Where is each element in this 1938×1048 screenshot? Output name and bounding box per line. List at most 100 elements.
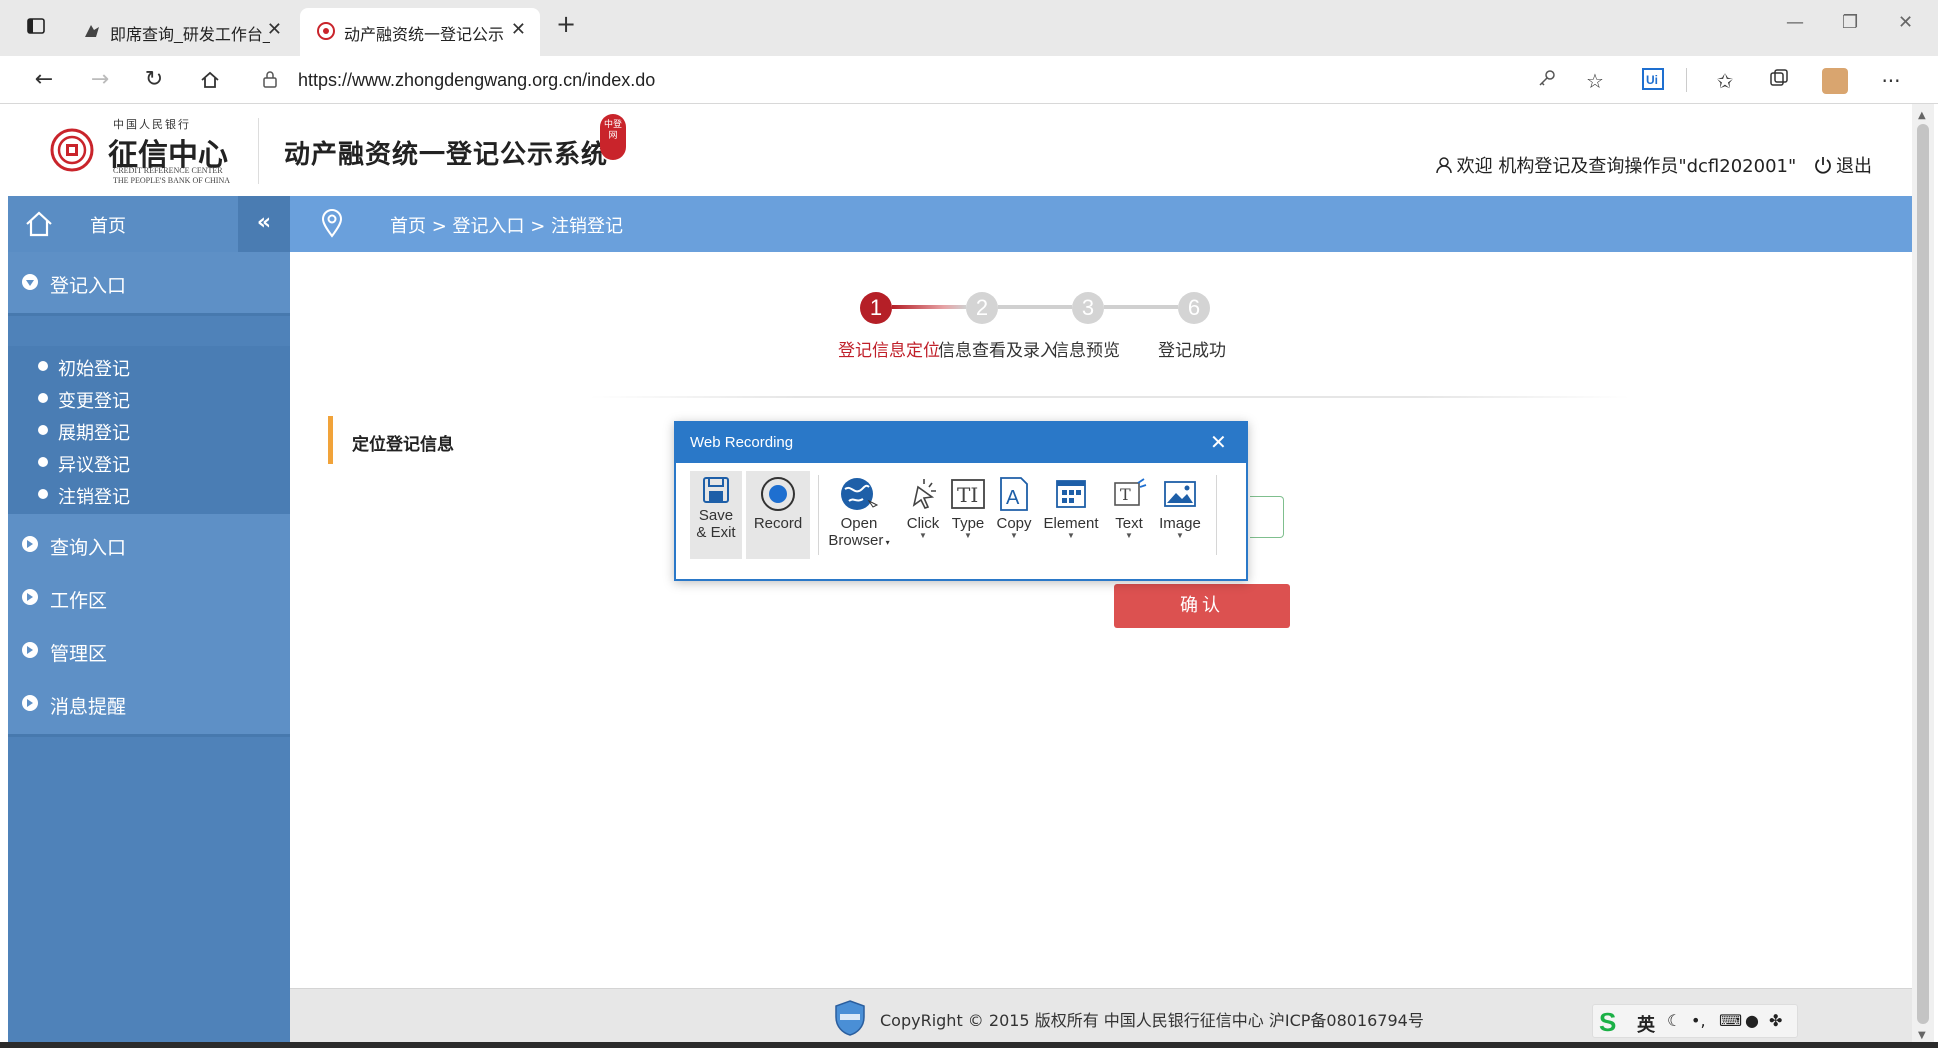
header-divider — [258, 118, 259, 184]
tab-ad-hoc-query[interactable]: 即席查询_研发工作台_智能数据 ✕ — [66, 8, 296, 56]
tab-title: 动产融资统一登记公示系统 — [344, 27, 504, 44]
registration-number-input[interactable] — [1250, 496, 1284, 538]
profile-avatar[interactable] — [1822, 68, 1848, 94]
confirm-button[interactable]: 确认 — [1114, 584, 1290, 628]
scroll-down-icon[interactable]: ▼ — [1918, 1030, 1926, 1041]
record-button[interactable]: Record — [746, 471, 810, 559]
close-window-icon[interactable]: ✕ — [1898, 12, 1913, 33]
bullet-icon — [38, 457, 48, 467]
svg-text:A: A — [1006, 487, 1020, 509]
breadcrumb[interactable]: 首页 > 登记入口 > 注销登记 — [390, 212, 623, 238]
sidebar-group-label: 消息提醒 — [50, 696, 127, 718]
dropdown-arrow-icon[interactable]: ▼ — [992, 532, 1036, 540]
tab-favicon-icon — [82, 21, 102, 41]
button-label: Text — [1115, 515, 1143, 532]
close-icon[interactable]: ✕ — [1210, 430, 1227, 454]
tab-actions-icon[interactable] — [26, 16, 46, 40]
sidebar-group-label: 管理区 — [50, 643, 108, 665]
more-menu-icon[interactable]: ··· — [1878, 68, 1904, 94]
user-area: 欢迎 机构登记及查询操作员"dcfl202001" 退出 — [1435, 152, 1872, 178]
logo-english-line1: CREDIT REFERENCE CENTER — [113, 166, 223, 175]
sidebar-item-home[interactable]: 首页 « — [8, 196, 290, 252]
favorites-icon[interactable]: ✩ — [1712, 68, 1738, 94]
ime-language-toggle[interactable]: 英 — [1637, 1011, 1655, 1037]
dialog-title: Web Recording — [690, 434, 794, 451]
dropdown-arrow-icon[interactable]: ▼ — [1106, 532, 1152, 540]
breadcrumb-bar: 首页 > 登记入口 > 注销登记 — [290, 196, 1912, 252]
tab-registration-system[interactable]: 动产融资统一登记公示系统 ✕ — [300, 8, 540, 56]
back-icon[interactable]: ← — [30, 66, 58, 94]
site-title: 动产融资统一登记公示系统 — [284, 140, 609, 170]
text-button[interactable]: T Text ▼ — [1106, 471, 1152, 559]
svg-text:TI: TI — [957, 483, 978, 507]
element-icon — [1056, 480, 1086, 508]
user-icon[interactable]: ● — [1745, 1011, 1759, 1030]
ime-toolbar[interactable]: S 英 ☾ •, ⌨ ● ✤ — [1592, 1004, 1798, 1038]
collections-icon[interactable] — [1766, 68, 1792, 94]
button-label: Open — [840, 515, 878, 532]
lock-icon[interactable] — [262, 70, 278, 92]
punctuation-icon[interactable]: •, — [1691, 1011, 1706, 1030]
restore-icon[interactable]: ❐ — [1842, 12, 1858, 33]
minimize-icon[interactable]: — — [1786, 12, 1804, 33]
sidebar-group-label: 工作区 — [50, 590, 108, 612]
svg-text:Ui: Ui — [1646, 73, 1658, 87]
copy-button[interactable]: A Copy ▼ — [992, 471, 1036, 559]
main-content: 1 2 3 6 登记信息定位 信息查看及录入 信息预览 登记成功 定位登记信息 … — [290, 252, 1912, 988]
power-icon[interactable] — [1814, 156, 1832, 174]
save-exit-button[interactable]: Save & Exit — [690, 471, 742, 559]
logo-english-line2: THE PEOPLE'S BANK OF CHINA — [113, 176, 231, 185]
page-scrollbar[interactable]: ▲ ▼ — [1912, 104, 1934, 1048]
refresh-icon[interactable]: ↻ — [140, 66, 168, 94]
sidebar-group-messages[interactable]: 消息提醒 — [8, 673, 290, 737]
url-field[interactable]: https://www.zhongdengwang.org.cn/index.d… — [244, 64, 1614, 96]
logout-link[interactable]: 退出 — [1836, 156, 1872, 177]
bullet-icon — [38, 393, 48, 403]
caret-right-icon — [22, 589, 38, 605]
scrollbar-thumb[interactable] — [1917, 124, 1929, 1024]
tab-close-icon[interactable]: ✕ — [511, 19, 526, 40]
security-badge-icon[interactable] — [834, 999, 866, 1037]
sidebar-collapse-icon[interactable]: « — [238, 196, 290, 252]
home-icon[interactable] — [196, 66, 224, 94]
address-bar: ← → ↻ https://www.zhongdengwang.org.cn/i… — [0, 56, 1938, 104]
button-label-2: Browser ▾ — [828, 532, 890, 549]
button-label: Record — [753, 515, 803, 532]
step-2-label: 信息查看及录入 — [938, 341, 1057, 361]
uipath-extension-icon[interactable]: Ui — [1640, 68, 1666, 94]
sidebar-item-cancellation-registration[interactable]: 注销登记 — [8, 474, 290, 514]
tab-close-icon[interactable]: ✕ — [267, 19, 282, 40]
step-6-circle: 6 — [1178, 292, 1210, 324]
button-label: Image — [1159, 515, 1201, 532]
progress-steps: 1 2 3 6 登记信息定位 信息查看及录入 信息预览 登记成功 — [838, 292, 1380, 372]
click-button[interactable]: Click ▼ — [902, 471, 944, 559]
forward-icon[interactable]: → — [86, 66, 114, 94]
open-browser-button[interactable]: Open Browser ▾ — [824, 471, 894, 559]
text-icon: T — [1114, 478, 1147, 506]
moon-icon[interactable]: ☾ — [1667, 1011, 1681, 1030]
globe-icon — [841, 478, 879, 510]
element-button[interactable]: Element ▼ — [1038, 471, 1104, 559]
caret-down-icon — [22, 274, 38, 290]
web-recording-dialog: Web Recording ✕ Save & Exit Record Open … — [674, 421, 1248, 581]
apps-icon[interactable]: ✤ — [1769, 1011, 1782, 1030]
image-button[interactable]: Image ▼ — [1154, 471, 1206, 559]
dropdown-arrow-icon[interactable]: ▼ — [1038, 532, 1104, 540]
dropdown-arrow-icon[interactable]: ▼ — [1154, 532, 1206, 540]
sidebar-group-register[interactable]: 登记入口 — [8, 252, 290, 316]
dropdown-arrow-icon[interactable]: ▼ — [902, 532, 944, 540]
key-icon[interactable] — [1534, 68, 1560, 94]
sogou-logo-icon[interactable]: S — [1599, 1007, 1616, 1038]
type-button[interactable]: TI Type ▼ — [946, 471, 990, 559]
step-6-label: 登记成功 — [1158, 341, 1226, 361]
svg-text:T: T — [1120, 485, 1131, 504]
toolbar-divider — [1686, 68, 1687, 92]
scroll-up-icon[interactable]: ▲ — [1918, 110, 1926, 121]
dropdown-arrow-icon[interactable]: ▼ — [946, 532, 990, 540]
dialog-titlebar[interactable]: Web Recording ✕ — [676, 423, 1246, 463]
welcome-text: 欢迎 机构登记及查询操作员"dcfl202001" — [1456, 156, 1797, 177]
keyboard-icon[interactable]: ⌨ — [1719, 1011, 1742, 1030]
add-favorite-icon[interactable]: ☆ — [1582, 68, 1608, 94]
sidebar-group-label: 登记入口 — [50, 275, 127, 297]
new-tab-button[interactable]: + — [556, 10, 576, 38]
